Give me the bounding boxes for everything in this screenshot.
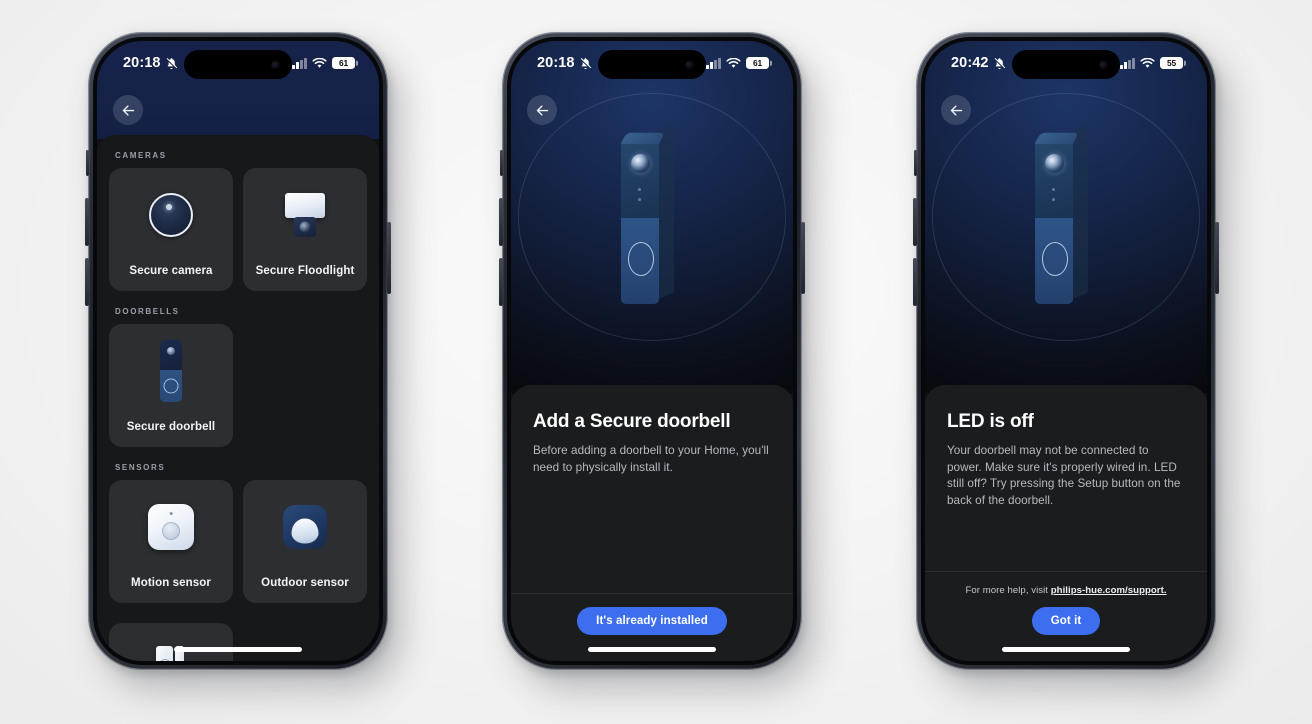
bell-slash-icon xyxy=(579,57,591,69)
power-button[interactable] xyxy=(387,222,391,294)
dynamic-island xyxy=(184,50,292,79)
screenshot-stage: 20:18 61 CAMERAS Secure camera Secure Fl… xyxy=(0,0,1312,724)
sheet-body: LED is off Your doorbell may not be conn… xyxy=(925,385,1207,571)
got-it-button[interactable]: Got it xyxy=(1031,607,1101,635)
sheet-title: LED is off xyxy=(947,411,1034,432)
wifi-icon xyxy=(312,57,327,68)
battery-indicator: 61 xyxy=(746,57,769,69)
secure-doorbell-icon xyxy=(156,340,186,402)
device-card-label: Secure camera xyxy=(129,265,213,277)
device-card-contact-sensor[interactable] xyxy=(109,623,233,661)
device-card-secure-floodlight[interactable]: Secure Floodlight xyxy=(243,168,367,291)
device-picker-sheet[interactable]: CAMERAS Secure camera Secure Floodlight xyxy=(97,135,379,661)
device-card-label: Outdoor sensor xyxy=(261,577,349,589)
arrow-left-icon xyxy=(950,104,962,116)
cellular-bars-icon xyxy=(706,57,721,69)
volume-up-button[interactable] xyxy=(499,198,503,246)
arrow-left-icon xyxy=(122,104,134,116)
silent-switch[interactable] xyxy=(86,150,89,176)
device-card-label: Motion sensor xyxy=(131,577,211,589)
volume-up-button[interactable] xyxy=(85,198,89,246)
wifi-icon xyxy=(726,57,741,68)
device-card-secure-camera[interactable]: Secure camera xyxy=(109,168,233,291)
front-camera-icon xyxy=(271,60,280,69)
device-card-label: Secure Floodlight xyxy=(255,265,355,277)
secure-floodlight-icon xyxy=(279,184,331,246)
battery-indicator: 55 xyxy=(1160,57,1183,69)
status-time: 20:42 xyxy=(951,55,989,71)
volume-up-button[interactable] xyxy=(913,198,917,246)
secure-doorbell-illustration xyxy=(611,118,693,316)
doorbell-hero-illustration xyxy=(925,41,1207,393)
support-link[interactable]: philips-hue.com/support. xyxy=(1051,585,1167,596)
device-card-motion-sensor[interactable]: Motion sensor xyxy=(109,480,233,603)
cellular-bars-icon xyxy=(1120,57,1135,69)
sensors-grid: Motion sensor Outdoor sensor xyxy=(109,480,367,661)
volume-down-button[interactable] xyxy=(85,258,89,306)
info-sheet: LED is off Your doorbell may not be conn… xyxy=(925,385,1207,661)
phone-led-off: 20:42 55 LED is off Your doorbell may no… xyxy=(913,32,1219,670)
support-help-line: For more help, visit philips-hue.com/sup… xyxy=(965,585,1166,596)
battery-level: 55 xyxy=(1167,58,1176,68)
wifi-icon xyxy=(1140,57,1155,68)
phone-device-list: 20:18 61 CAMERAS Secure camera Secure Fl… xyxy=(85,32,391,670)
power-button[interactable] xyxy=(1215,222,1219,294)
home-indicator[interactable] xyxy=(588,647,716,652)
phone-bezel: 20:42 55 LED is off Your doorbell may no… xyxy=(921,37,1211,665)
front-camera-icon xyxy=(1099,60,1108,69)
silent-switch[interactable] xyxy=(914,150,917,176)
phone-bezel: 20:18 xyxy=(507,37,797,665)
section-label-cameras: CAMERAS xyxy=(115,151,167,160)
secure-doorbell-illustration xyxy=(1025,118,1107,316)
outdoor-sensor-icon xyxy=(283,496,327,558)
back-button[interactable] xyxy=(941,95,971,125)
device-card-outdoor-sensor[interactable]: Outdoor sensor xyxy=(243,480,367,603)
front-camera-icon xyxy=(685,60,694,69)
cellular-bars-icon xyxy=(292,57,307,69)
status-time: 20:18 xyxy=(537,55,575,71)
power-button[interactable] xyxy=(801,222,805,294)
sheet-body: Add a Secure doorbell Before adding a do… xyxy=(511,385,793,593)
motion-sensor-icon xyxy=(148,496,194,558)
battery-indicator: 61 xyxy=(332,57,355,69)
home-indicator[interactable] xyxy=(174,647,302,652)
bell-slash-icon xyxy=(993,57,1005,69)
cameras-grid: Secure camera Secure Floodlight xyxy=(109,168,367,291)
doorbells-grid: Secure doorbell xyxy=(109,324,367,447)
help-text: For more help, visit xyxy=(965,585,1051,596)
dynamic-island xyxy=(1012,50,1120,79)
arrow-left-icon xyxy=(536,104,548,116)
home-indicator[interactable] xyxy=(1002,647,1130,652)
battery-level: 61 xyxy=(339,58,348,68)
sheet-description: Before adding a doorbell to your Home, y… xyxy=(533,444,769,474)
sheet-title: Add a Secure doorbell xyxy=(533,411,731,432)
device-card-label: Secure doorbell xyxy=(126,421,216,433)
dynamic-island xyxy=(598,50,706,79)
doorbell-hero-illustration xyxy=(511,41,793,393)
already-installed-button[interactable]: It's already installed xyxy=(577,607,727,635)
back-button[interactable] xyxy=(527,95,557,125)
back-button[interactable] xyxy=(113,95,143,125)
phone-add-doorbell: 20:18 61 Add a Secure doorbell Before ad… xyxy=(499,32,805,670)
phone-screen: 20:42 55 LED is off Your doorbell may no… xyxy=(925,41,1207,661)
silent-switch[interactable] xyxy=(500,150,503,176)
device-card-secure-doorbell[interactable]: Secure doorbell xyxy=(109,324,233,447)
bell-slash-icon xyxy=(165,57,177,69)
secure-camera-icon xyxy=(149,184,193,246)
phone-screen: 20:18 xyxy=(511,41,793,661)
section-label-sensors: SENSORS xyxy=(115,463,166,472)
volume-down-button[interactable] xyxy=(913,258,917,306)
battery-level: 61 xyxy=(753,58,762,68)
phone-screen: 20:18 xyxy=(97,41,379,661)
section-label-doorbells: DOORBELLS xyxy=(115,307,180,316)
info-sheet: Add a Secure doorbell Before adding a do… xyxy=(511,385,793,661)
status-time: 20:18 xyxy=(123,55,161,71)
volume-down-button[interactable] xyxy=(499,258,503,306)
sheet-description: Your doorbell may not be connected to po… xyxy=(947,444,1181,507)
phone-bezel: 20:18 xyxy=(93,37,383,665)
